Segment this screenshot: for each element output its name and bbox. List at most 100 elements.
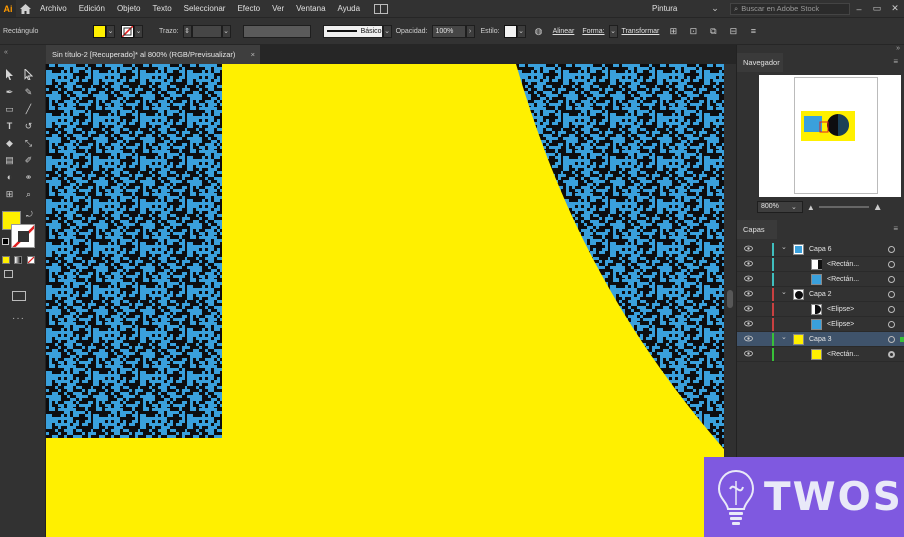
panel-collapse-icon[interactable]: » [896,45,900,52]
visibility-eye-icon[interactable] [744,290,753,298]
style-dropdown[interactable]: ⌄ [516,24,526,38]
stroke-swatch[interactable] [121,24,134,38]
layers-menu-icon[interactable]: ≡ [893,224,898,233]
shape-builder-tool-icon[interactable]: ◐ [3,171,16,184]
artwork-canvas[interactable] [46,64,724,537]
visibility-eye-icon[interactable] [744,275,753,283]
eyedropper-tool-icon[interactable]: ✐ [22,154,35,167]
panel-menu-icon[interactable]: ≡ [746,24,760,38]
swap-colors-icon[interactable]: ⤾ [26,210,33,220]
stroke-dropdown[interactable]: ⌄ [134,24,143,38]
options-icon[interactable]: ⊟ [726,24,740,38]
menu-texto[interactable]: Texto [147,0,178,17]
transform-icon[interactable]: ⊞ [666,24,680,38]
menu-ventana[interactable]: Ventana [290,0,331,17]
visibility-eye-icon[interactable] [744,320,753,328]
none-mode-icon[interactable] [27,256,35,264]
layer-name[interactable]: <Elipse> [827,302,854,317]
line-tool-icon[interactable]: ╱ [22,103,35,116]
fill-swatch[interactable] [93,24,106,38]
brush-selector[interactable]: Básico [322,24,383,38]
pen-tool-icon[interactable]: ✒ [3,86,16,99]
transform-button[interactable]: Transformar [618,24,664,39]
visibility-eye-icon[interactable] [744,305,753,313]
visibility-eye-icon[interactable] [744,260,753,268]
layer-name[interactable]: <Elipse> [827,317,854,332]
zoom-slider[interactable] [818,206,869,208]
align-button[interactable]: Alinear [549,24,579,39]
navigator-preview[interactable] [759,75,901,197]
document-tab[interactable]: Sin título-2 [Recuperado]* al 800% (RGB/… [46,45,260,64]
layer-row[interactable]: <Rectán... [737,257,904,272]
close-tab-icon[interactable]: × [251,45,255,64]
scrollbar-thumb[interactable] [727,290,733,308]
home-icon[interactable] [16,0,34,17]
expand-chevron-icon[interactable]: ⌄ [781,243,787,251]
rectangle-tool-icon[interactable]: ▭ [3,103,16,116]
collapse-tools-icon[interactable]: « [4,49,8,56]
menu-ayuda[interactable]: Ayuda [332,0,367,17]
zoom-in-icon[interactable]: ▲ [873,202,883,213]
select-similar-icon[interactable]: ⧉ [706,24,720,38]
menu-seleccionar[interactable]: Seleccionar [178,0,232,17]
recolor-icon[interactable]: ◍ [532,24,546,38]
stroke-weight-dropdown[interactable]: ⌄ [221,24,231,38]
variable-width-field[interactable] [242,24,311,38]
menu-efecto[interactable]: Efecto [231,0,266,17]
layer-name[interactable]: <Rectán... [827,347,859,362]
visibility-eye-icon[interactable] [744,335,753,343]
target-icon[interactable] [888,336,895,343]
fill-dropdown[interactable]: ⌄ [106,24,115,38]
style-swatch[interactable] [503,24,517,38]
target-icon[interactable] [888,276,895,283]
arrange-documents-icon[interactable] [374,3,389,14]
selection-tool-icon[interactable] [3,69,16,82]
menu-ver[interactable]: Ver [266,0,290,17]
layer-row[interactable]: <Rectán... [737,347,904,362]
scale-tool-icon[interactable]: ⤡ [22,137,35,150]
opacity-dropdown[interactable]: › [465,24,475,38]
rotate-tool-icon[interactable]: ↺ [22,120,35,133]
close-icon[interactable]: ✕ [886,3,904,14]
stroke-color-box[interactable] [11,224,35,248]
target-icon[interactable] [888,351,895,358]
shape-dropdown[interactable]: ⌄ [608,24,618,38]
expand-chevron-icon[interactable]: ⌄ [781,333,787,341]
shape-button[interactable]: Forma: [578,24,608,39]
layers-tab[interactable]: Capas [737,220,777,239]
stroke-weight-field[interactable] [191,24,222,38]
layer-row[interactable]: ⌄ Capa 2 [737,287,904,302]
brush-dropdown[interactable]: ⌄ [382,24,392,38]
opacity-field[interactable]: 100% [431,24,466,38]
visibility-eye-icon[interactable] [744,350,753,358]
navigator-menu-icon[interactable]: ≡ [893,57,898,66]
blend-tool-icon[interactable]: ⚭ [22,171,35,184]
curvature-tool-icon[interactable]: ✎ [22,86,35,99]
screen-mode-icon[interactable] [12,291,26,301]
direct-selection-tool-icon[interactable] [22,67,35,82]
color-mode-icon[interactable] [2,256,10,264]
target-icon[interactable] [888,321,895,328]
layer-row[interactable]: <Rectán... [737,272,904,287]
visibility-eye-icon[interactable] [744,245,753,253]
menu-objeto[interactable]: Objeto [111,0,147,17]
drawing-mode-icon[interactable] [4,270,13,278]
layer-row[interactable]: ⌄ Capa 6 [737,242,904,257]
layer-name[interactable]: <Rectán... [827,257,859,272]
layer-row[interactable]: <Elipse> [737,317,904,332]
target-icon[interactable] [888,246,895,253]
workspace-switcher[interactable]: Pintura [648,2,706,15]
isolate-icon[interactable]: ⊡ [686,24,700,38]
gradient-tool-icon[interactable]: ▤ [3,154,16,167]
navigator-tab[interactable]: Navegador [737,53,783,72]
minimize-icon[interactable]: – [850,4,868,14]
expand-chevron-icon[interactable]: ⌄ [781,288,787,296]
eraser-tool-icon[interactable]: ◆ [3,137,16,150]
layer-row-selected[interactable]: ⌄ Capa 3 [737,332,904,347]
target-icon[interactable] [888,291,895,298]
layer-name[interactable]: Capa 2 [809,287,832,302]
target-icon[interactable] [888,261,895,268]
type-tool-icon[interactable]: T [3,120,16,133]
gradient-mode-icon[interactable] [14,256,22,264]
edit-toolbar-icon[interactable]: ··· [12,313,25,324]
